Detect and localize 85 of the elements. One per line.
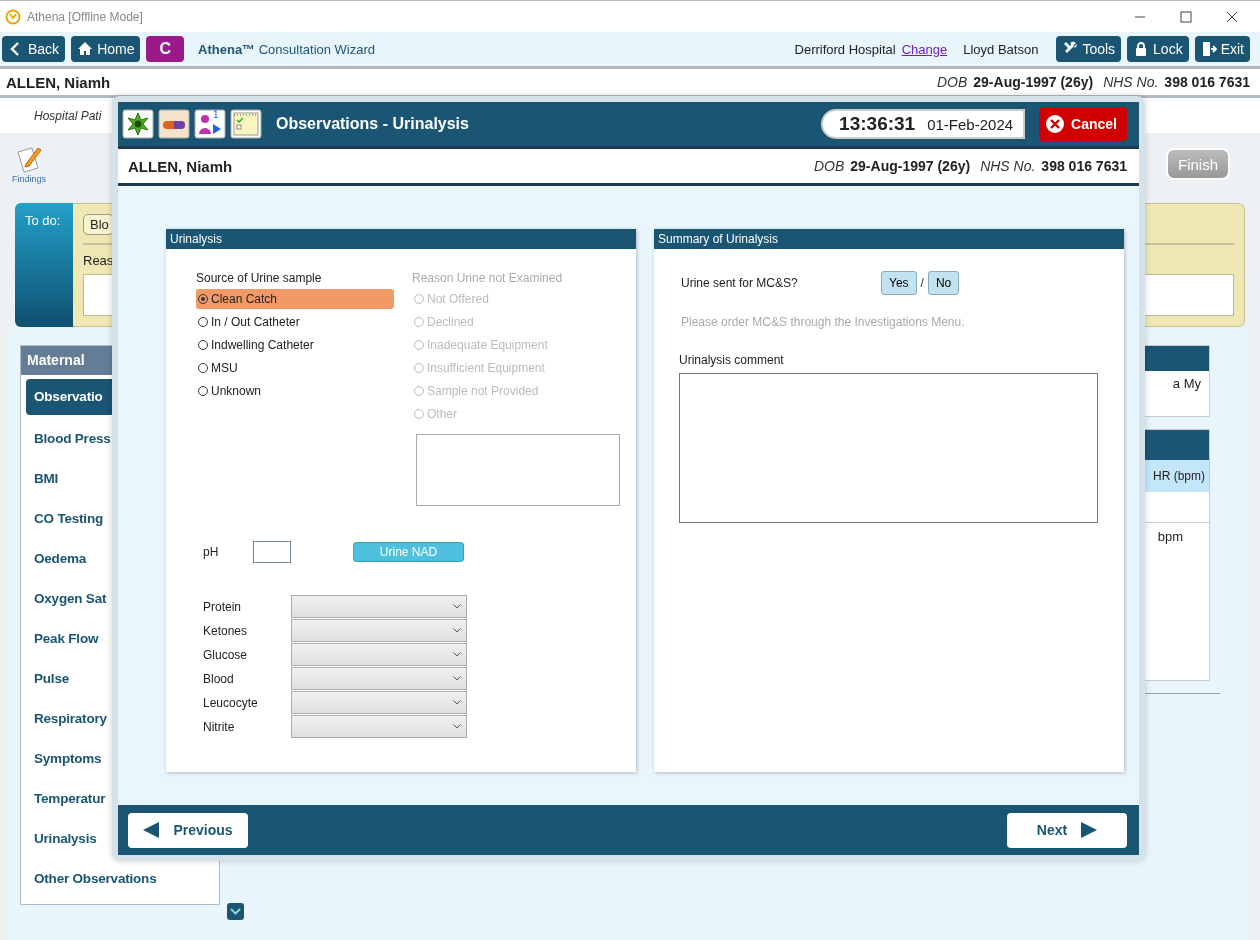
findings-label: Findings <box>12 174 47 184</box>
tools-button[interactable]: Tools <box>1056 36 1122 62</box>
group-label: Reason Urine not Examined <box>412 270 564 287</box>
test-label: Ketones <box>203 624 249 638</box>
chevron-down-icon <box>453 652 461 657</box>
question-text: Urine sent for MC&S? <box>680 276 799 290</box>
close-icon <box>1226 10 1238 23</box>
scroll-down-icon <box>226 903 244 920</box>
home-icon <box>77 41 94 57</box>
icon-number: 1 <box>213 109 219 120</box>
nhs-number: 398 016 7631 <box>1164 74 1250 90</box>
test-label: Nitrite <box>203 720 236 734</box>
window-title: Athena [Offline Mode] <box>27 9 143 24</box>
test-label: Protein <box>203 600 243 614</box>
patient-name: ALLEN, Niamh <box>128 157 233 175</box>
comment-field[interactable] <box>679 373 1098 523</box>
notepad-icon <box>230 109 262 139</box>
panel-text: a My <box>1171 375 1202 391</box>
date-text: 01-Feb-2024 <box>927 116 1014 133</box>
nhs-number: 398 016 7631 <box>1041 158 1127 174</box>
chevron-down-icon <box>453 700 461 705</box>
reason-label: Reas <box>83 253 114 268</box>
next-button[interactable]: Next <box>1007 812 1127 848</box>
reason-text-area[interactable] <box>416 434 620 506</box>
ph-label: pH <box>203 545 220 559</box>
lock-button[interactable]: Lock <box>1127 36 1189 62</box>
pencil-note-icon <box>14 144 44 174</box>
panel-header: Summary of Urinalysis <box>654 229 1124 249</box>
exit-button[interactable]: Exit <box>1194 36 1250 62</box>
yes-button[interactable]: Yes <box>881 271 917 295</box>
no-button[interactable]: No <box>927 271 960 295</box>
dob-value: 29-Aug-1997 (26y) <box>973 74 1094 90</box>
dob-label: DOB <box>813 158 845 174</box>
sidebar-item[interactable]: Other Observations <box>26 859 219 899</box>
capsule-icon <box>158 109 190 139</box>
nhs-label: NHS No. <box>980 158 1036 174</box>
user-name: Lloyd Batson <box>963 41 1039 57</box>
cancel-button[interactable]: Cancel <box>1039 107 1127 141</box>
radio-option[interactable]: Clean Catch <box>196 289 394 309</box>
hint-text: Please order MC&S through the Investigations Menu. <box>680 315 966 329</box>
nhs-label: NHS No. <box>1103 74 1159 90</box>
table-cell-text: bpm <box>1156 528 1184 544</box>
dropdown-field[interactable] <box>291 643 467 666</box>
app-logo-icon <box>5 8 21 25</box>
dropdown-field[interactable] <box>291 691 467 714</box>
radio-option[interactable]: In / Out Catheter <box>196 312 394 332</box>
separator-text: / <box>920 276 924 290</box>
dropdown-field[interactable] <box>291 715 467 738</box>
time-text: 13:36:31 <box>839 113 916 135</box>
todo-label: To do: <box>25 213 61 228</box>
context-text: Hospital Pati <box>34 108 102 123</box>
panel-header: Urinalysis <box>166 229 636 249</box>
home-button[interactable]: Home <box>71 36 141 62</box>
test-label: Blood <box>203 672 235 686</box>
left-triangle-icon <box>143 822 160 838</box>
dropdown-field[interactable] <box>291 619 467 642</box>
chevron-down-icon <box>453 628 461 633</box>
dob-value: 29-Aug-1997 (26y) <box>850 158 971 174</box>
patient-name: ALLEN, Niamh <box>6 73 111 91</box>
radio-option[interactable]: Unknown <box>196 381 394 401</box>
previous-button[interactable]: Previous <box>128 812 248 848</box>
person-play-icon <box>194 109 226 139</box>
dropdown-field[interactable] <box>291 595 467 618</box>
chevron-down-icon <box>453 676 461 681</box>
test-label: Leucocyte <box>203 696 259 710</box>
dob-label: DOB <box>936 74 968 90</box>
test-label: Glucose <box>203 648 249 662</box>
dialog-title: Observations - Urinalysis <box>276 115 469 133</box>
todo-chip[interactable]: Blo <box>83 214 114 235</box>
chevron-down-icon <box>453 724 461 729</box>
app-title: Athena™ Consultation Wizard <box>198 41 376 57</box>
maximize-icon <box>1180 10 1192 23</box>
hospital-name: Derriford Hospital <box>794 41 896 57</box>
chevron-down-icon <box>453 604 461 609</box>
right-triangle-icon <box>1081 822 1098 838</box>
back-button[interactable]: Back <box>2 36 66 62</box>
flower-icon <box>122 109 154 139</box>
dropdown-field[interactable] <box>291 667 467 690</box>
exit-door-icon <box>1200 41 1217 57</box>
module-button[interactable]: C <box>146 36 185 62</box>
comment-label: Urinalysis comment <box>679 353 785 367</box>
change-link[interactable]: Change <box>901 41 948 57</box>
ph-field[interactable] <box>253 541 291 563</box>
close-circle-icon <box>1045 114 1066 134</box>
group-label: Source of Urine sample <box>196 270 323 287</box>
